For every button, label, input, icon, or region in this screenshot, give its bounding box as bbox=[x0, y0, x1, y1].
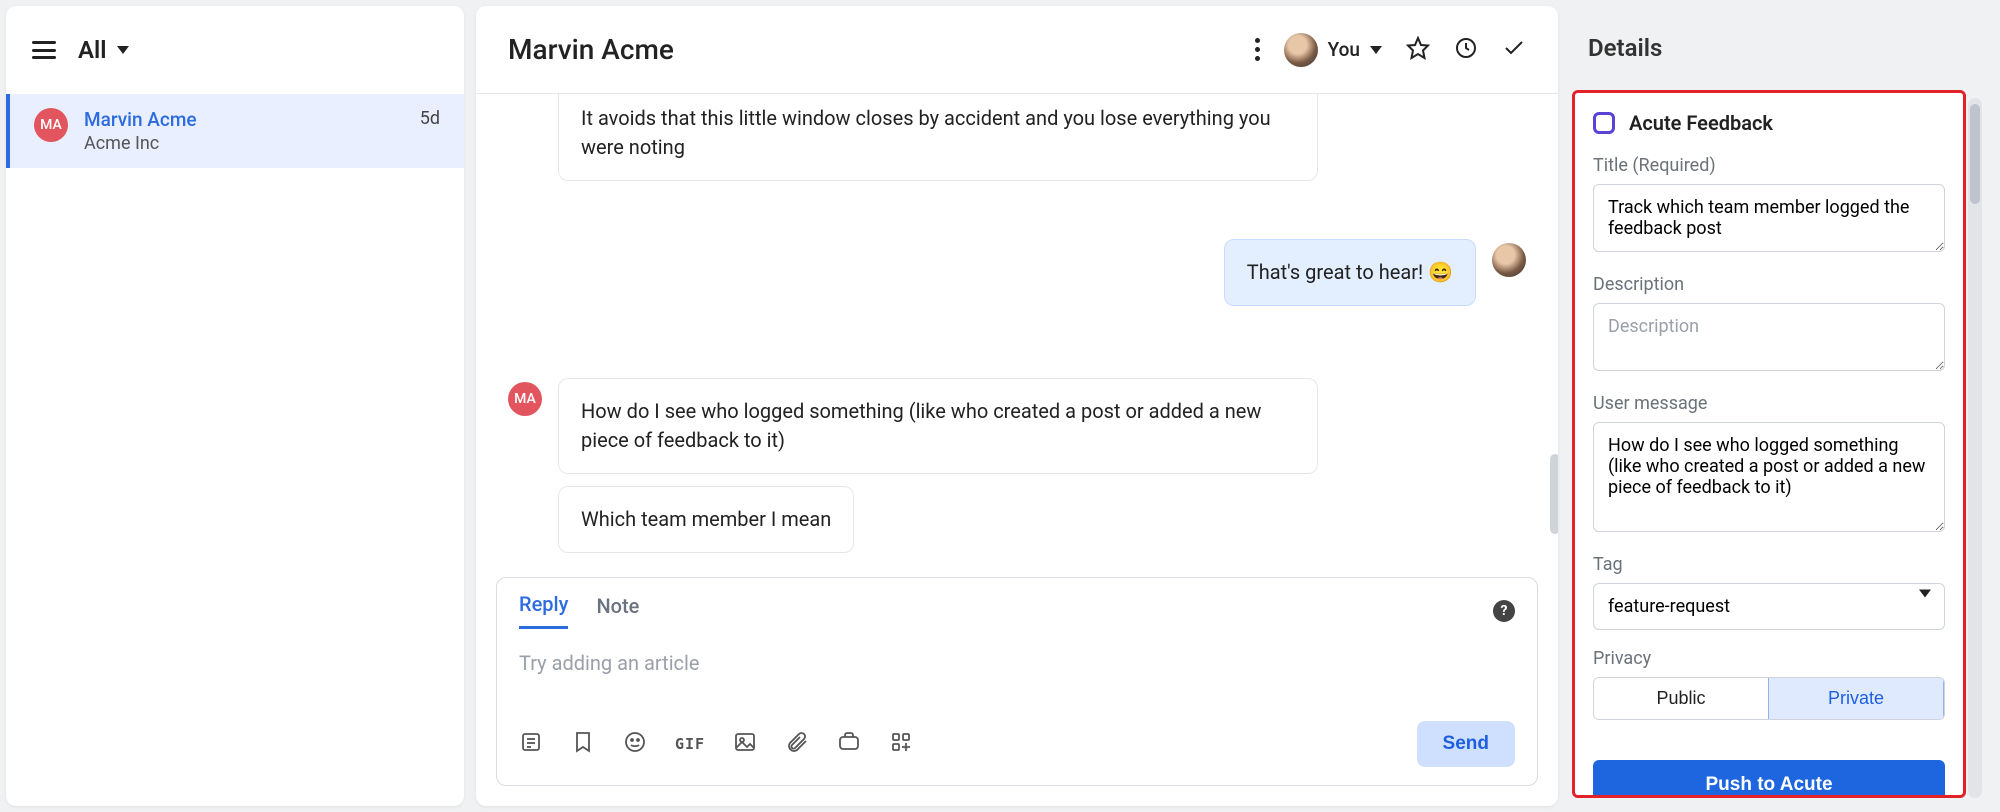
bookmark-icon[interactable] bbox=[571, 730, 595, 758]
card-icon[interactable] bbox=[837, 730, 861, 758]
message-bubble-in: Which team member I mean bbox=[558, 486, 854, 553]
privacy-public-button[interactable]: Public bbox=[1594, 678, 1768, 719]
more-actions-icon[interactable] bbox=[1255, 38, 1260, 61]
send-button[interactable]: Send bbox=[1417, 721, 1515, 767]
emoji-icon[interactable] bbox=[623, 730, 647, 758]
acute-logo-icon bbox=[1593, 112, 1615, 134]
chat-body: It avoids that this little window closes… bbox=[476, 94, 1558, 577]
chat-panel: Marvin Acme You bbox=[476, 6, 1558, 806]
apps-icon[interactable] bbox=[889, 730, 913, 758]
attachment-icon[interactable] bbox=[785, 730, 809, 758]
snooze-icon[interactable] bbox=[1454, 36, 1478, 64]
tab-note[interactable]: Note bbox=[596, 594, 639, 628]
conversation-list-panel: All MA Marvin Acme Acme Inc 5d bbox=[6, 6, 464, 806]
assignee-avatar bbox=[1284, 33, 1318, 67]
image-icon[interactable] bbox=[733, 730, 757, 758]
conversation-name: Marvin Acme bbox=[84, 108, 404, 131]
close-conversation-icon[interactable] bbox=[1502, 36, 1526, 64]
user-message-label: User message bbox=[1593, 393, 1945, 414]
inbox-filter-dropdown[interactable]: All bbox=[78, 36, 129, 64]
privacy-private-button[interactable]: Private bbox=[1768, 678, 1944, 719]
menu-icon[interactable] bbox=[32, 41, 56, 59]
chevron-down-icon bbox=[117, 46, 129, 54]
user-message-input[interactable] bbox=[1593, 422, 1945, 532]
avatar: MA bbox=[508, 382, 542, 416]
acute-feedback-card: Acute Feedback Title (Required) Descript… bbox=[1572, 90, 1966, 798]
conversation-item[interactable]: MA Marvin Acme Acme Inc 5d bbox=[6, 94, 464, 168]
acute-card-title: Acute Feedback bbox=[1629, 111, 1773, 135]
message-bubble-in: How do I see who logged something (like … bbox=[558, 378, 1318, 474]
composer: Reply Note ? Try adding an article GIF S… bbox=[496, 577, 1538, 786]
sender-avatar bbox=[1492, 243, 1526, 277]
conversation-time: 5d bbox=[420, 108, 440, 129]
privacy-toggle: Public Private bbox=[1593, 677, 1945, 720]
chevron-down-icon bbox=[1370, 46, 1382, 54]
tag-label: Tag bbox=[1593, 554, 1945, 575]
message-bubble-in: It avoids that this little window closes… bbox=[558, 94, 1318, 181]
details-title: Details bbox=[1588, 34, 1662, 62]
chat-title: Marvin Acme bbox=[508, 33, 1255, 66]
push-to-acute-button[interactable]: Push to Acute bbox=[1593, 760, 1945, 798]
saved-replies-icon[interactable] bbox=[519, 730, 543, 758]
assignee-dropdown[interactable]: You bbox=[1284, 33, 1382, 67]
tag-select[interactable]: feature-request bbox=[1593, 583, 1945, 630]
composer-input[interactable]: Try adding an article bbox=[497, 629, 1537, 709]
message-bubble-out: That's great to hear! 😄 bbox=[1224, 239, 1476, 306]
scrollbar-thumb[interactable] bbox=[1550, 454, 1558, 534]
help-icon[interactable]: ? bbox=[1493, 600, 1515, 622]
star-icon[interactable] bbox=[1406, 36, 1430, 64]
scrollbar-thumb[interactable] bbox=[1970, 104, 1980, 204]
tab-reply[interactable]: Reply bbox=[519, 592, 568, 629]
scrollbar-track[interactable] bbox=[1968, 98, 1982, 798]
title-input[interactable] bbox=[1593, 184, 1945, 252]
assignee-label: You bbox=[1328, 38, 1360, 61]
inbox-filter-label: All bbox=[78, 36, 107, 64]
gif-icon[interactable]: GIF bbox=[675, 735, 705, 753]
avatar: MA bbox=[34, 108, 68, 142]
title-label: Title (Required) bbox=[1593, 155, 1945, 176]
details-panel: Details Acute Feedback Title (Required) … bbox=[1564, 0, 2000, 812]
privacy-label: Privacy bbox=[1593, 648, 1945, 669]
description-input[interactable] bbox=[1593, 303, 1945, 371]
description-label: Description bbox=[1593, 274, 1945, 295]
conversation-company: Acme Inc bbox=[84, 133, 404, 154]
